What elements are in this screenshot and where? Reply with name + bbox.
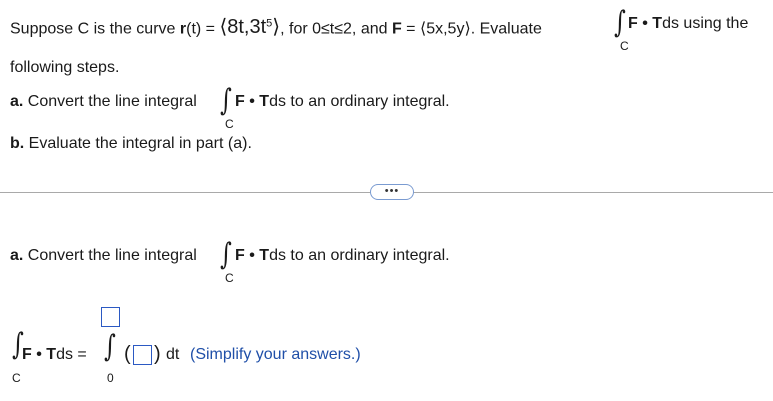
open-paren: ( xyxy=(124,343,131,365)
definite-integral-symbol: ∫ xyxy=(103,329,116,364)
r-equals: (t) = xyxy=(186,20,220,38)
lhs-integrand: F • Tds = xyxy=(22,345,87,365)
integrand-input[interactable] xyxy=(133,345,152,365)
simplify-hint: (Simplify your answers.) xyxy=(190,346,361,363)
integral-subscript-c: C xyxy=(225,117,234,131)
question-intro: Suppose C is the curve xyxy=(10,20,180,38)
integral-symbol: ∫ xyxy=(613,5,626,40)
part-a-label: a. xyxy=(10,93,24,110)
part-a-label: a. xyxy=(10,247,24,264)
ds-text: ds xyxy=(269,93,286,110)
dot-operator: • xyxy=(244,93,260,110)
more-options-button[interactable]: ••• xyxy=(370,184,414,200)
integral-symbol: ∫ xyxy=(219,237,232,272)
r-vector: ⟨8t,3t5⟩ xyxy=(219,17,280,37)
F-symbol: F xyxy=(391,20,402,38)
part-a-text: Convert the line integral xyxy=(23,93,197,110)
question-line-1-end: F • Tds using the xyxy=(628,14,748,34)
dot-operator: • xyxy=(31,346,47,363)
part-a-text: Convert the line integral xyxy=(23,247,197,264)
part-a-instruction: a. Convert the line integral xyxy=(10,92,197,112)
question-line-1: Suppose C is the curve r(t) = ⟨8t,3t5⟩, … xyxy=(10,14,542,39)
upper-limit-input[interactable] xyxy=(101,307,120,327)
part-a-end: to an ordinary integral. xyxy=(285,93,450,110)
ds-text: ds xyxy=(662,15,679,32)
part-b-label: b. xyxy=(10,135,25,152)
part-b-text: Evaluate the integral in part (a). xyxy=(24,135,252,152)
dot-operator: • xyxy=(244,247,260,264)
lhs-ds-equals: ds = xyxy=(56,346,87,363)
work-part-a-instruction: a. Convert the line integral xyxy=(10,246,197,266)
lhs-integral-subscript-c: C xyxy=(12,371,21,385)
close-paren: ) xyxy=(154,343,161,365)
integral-subscript-c: C xyxy=(225,271,234,285)
part-a-end: to an ordinary integral. xyxy=(285,247,450,264)
F-symbol: F xyxy=(235,93,245,110)
r-vector-open: ⟨8t,3t xyxy=(219,16,267,39)
evaluate-text: . Evaluate xyxy=(470,20,542,38)
r-vector-close: ⟩ xyxy=(272,16,281,39)
T-symbol: T xyxy=(259,93,270,110)
T-symbol: T xyxy=(259,247,270,264)
F-symbol: F xyxy=(628,15,638,32)
F-symbol: F xyxy=(235,247,245,264)
part-b-instruction: b. Evaluate the integral in part (a). xyxy=(10,134,252,154)
t-range: , for 0≤t≤2, and xyxy=(280,20,392,38)
ds-text: ds xyxy=(269,247,286,264)
integral-subscript-c: C xyxy=(620,39,629,53)
integral-symbol: ∫ xyxy=(219,83,232,118)
question-line-2: following steps. xyxy=(10,59,120,76)
F-symbol: F xyxy=(22,346,32,363)
using-the-text: using the xyxy=(678,15,749,32)
lower-limit: 0 xyxy=(107,371,114,385)
work-part-a-integrand: F • Tds to an ordinary integral. xyxy=(235,246,450,266)
T-symbol: T xyxy=(46,346,57,363)
T-symbol: T xyxy=(652,15,663,32)
part-a-integrand: F • Tds to an ordinary integral. xyxy=(235,92,450,112)
dt-text: dt xyxy=(166,346,180,363)
F-definition: = ⟨5x,5y⟩ xyxy=(401,20,471,38)
dot-operator: • xyxy=(637,15,653,32)
